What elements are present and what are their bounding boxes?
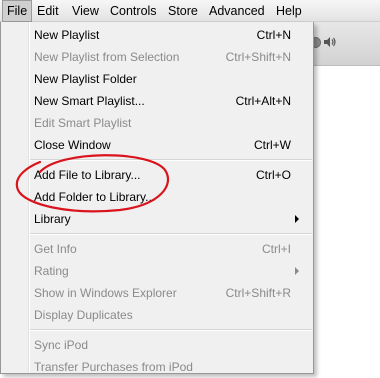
menu-item-label: Close Window [34,138,111,152]
menu-item-label: Edit Smart Playlist [34,116,132,130]
menu-item-add-folder-to-library[interactable]: Add Folder to Library... [1,186,313,208]
submenu-arrow-icon [295,267,299,275]
speaker-icon [324,37,336,47]
file-menu-dropdown: New Playlist Ctrl+N New Playlist from Se… [0,22,314,374]
menu-item-get-info: Get Info Ctrl+I [1,238,313,260]
menu-item-shortcut: Ctrl+Shift+R [225,286,291,300]
menu-separator [30,329,312,331]
menu-item-new-playlist-folder[interactable]: New Playlist Folder [1,68,313,90]
menu-store[interactable]: Store [168,0,198,22]
submenu-arrow-icon [295,215,299,223]
menu-item-label: Show in Windows Explorer [34,286,177,300]
menu-item-label: New Playlist Folder [34,72,137,86]
menu-item-display-duplicates: Display Duplicates [1,304,313,326]
menu-item-shortcut: Ctrl+Shift+N [225,50,291,64]
menu-file[interactable]: File [2,0,33,22]
menu-item-transfer-purchases-from-ipod: Transfer Purchases from iPod [1,356,313,378]
menu-view[interactable]: View [72,0,99,22]
menu-item-label: Add Folder to Library... [34,190,156,204]
menu-item-label: Display Duplicates [34,308,133,322]
menu-item-label: Add File to Library... [34,168,141,182]
menu-item-shortcut: Ctrl+W [254,138,291,152]
menu-bar: File Edit View Controls Store Advanced H… [0,0,380,22]
menu-item-label: Library [34,212,71,226]
menu-item-new-smart-playlist[interactable]: New Smart Playlist... Ctrl+Alt+N [1,90,313,112]
menu-separator [30,233,312,235]
menu-item-new-playlist[interactable]: New Playlist Ctrl+N [1,24,313,46]
menu-item-shortcut: Ctrl+I [261,242,291,256]
menu-item-close-window[interactable]: Close Window Ctrl+W [1,134,313,156]
menu-advanced[interactable]: Advanced [209,0,265,22]
menu-item-library[interactable]: Library [1,208,313,230]
menu-item-show-in-windows-explorer: Show in Windows Explorer Ctrl+Shift+R [1,282,313,304]
menu-item-sync-ipod: Sync iPod [1,334,313,356]
menu-item-label: New Smart Playlist... [34,94,145,108]
menu-item-label: New Playlist from Selection [34,50,180,64]
menu-item-label: Sync iPod [34,338,89,352]
menu-item-add-file-to-library[interactable]: Add File to Library... Ctrl+O [1,164,313,186]
menu-item-new-playlist-from-selection: New Playlist from Selection Ctrl+Shift+N [1,46,313,68]
menu-item-shortcut: Ctrl+Alt+N [235,94,291,108]
menu-item-label: New Playlist [34,28,100,42]
menu-item-shortcut: Ctrl+O [255,168,291,182]
menu-item-edit-smart-playlist: Edit Smart Playlist [1,112,313,134]
menu-item-label: Transfer Purchases from iPod [34,360,193,374]
menu-item-rating: Rating [1,260,313,282]
menu-help[interactable]: Help [276,0,302,22]
menu-item-label: Get Info [34,242,77,256]
menu-item-shortcut: Ctrl+N [256,28,291,42]
menu-controls[interactable]: Controls [110,0,157,22]
menu-item-label: Rating [34,264,69,278]
menu-separator [30,159,312,161]
menu-edit[interactable]: Edit [37,0,59,22]
